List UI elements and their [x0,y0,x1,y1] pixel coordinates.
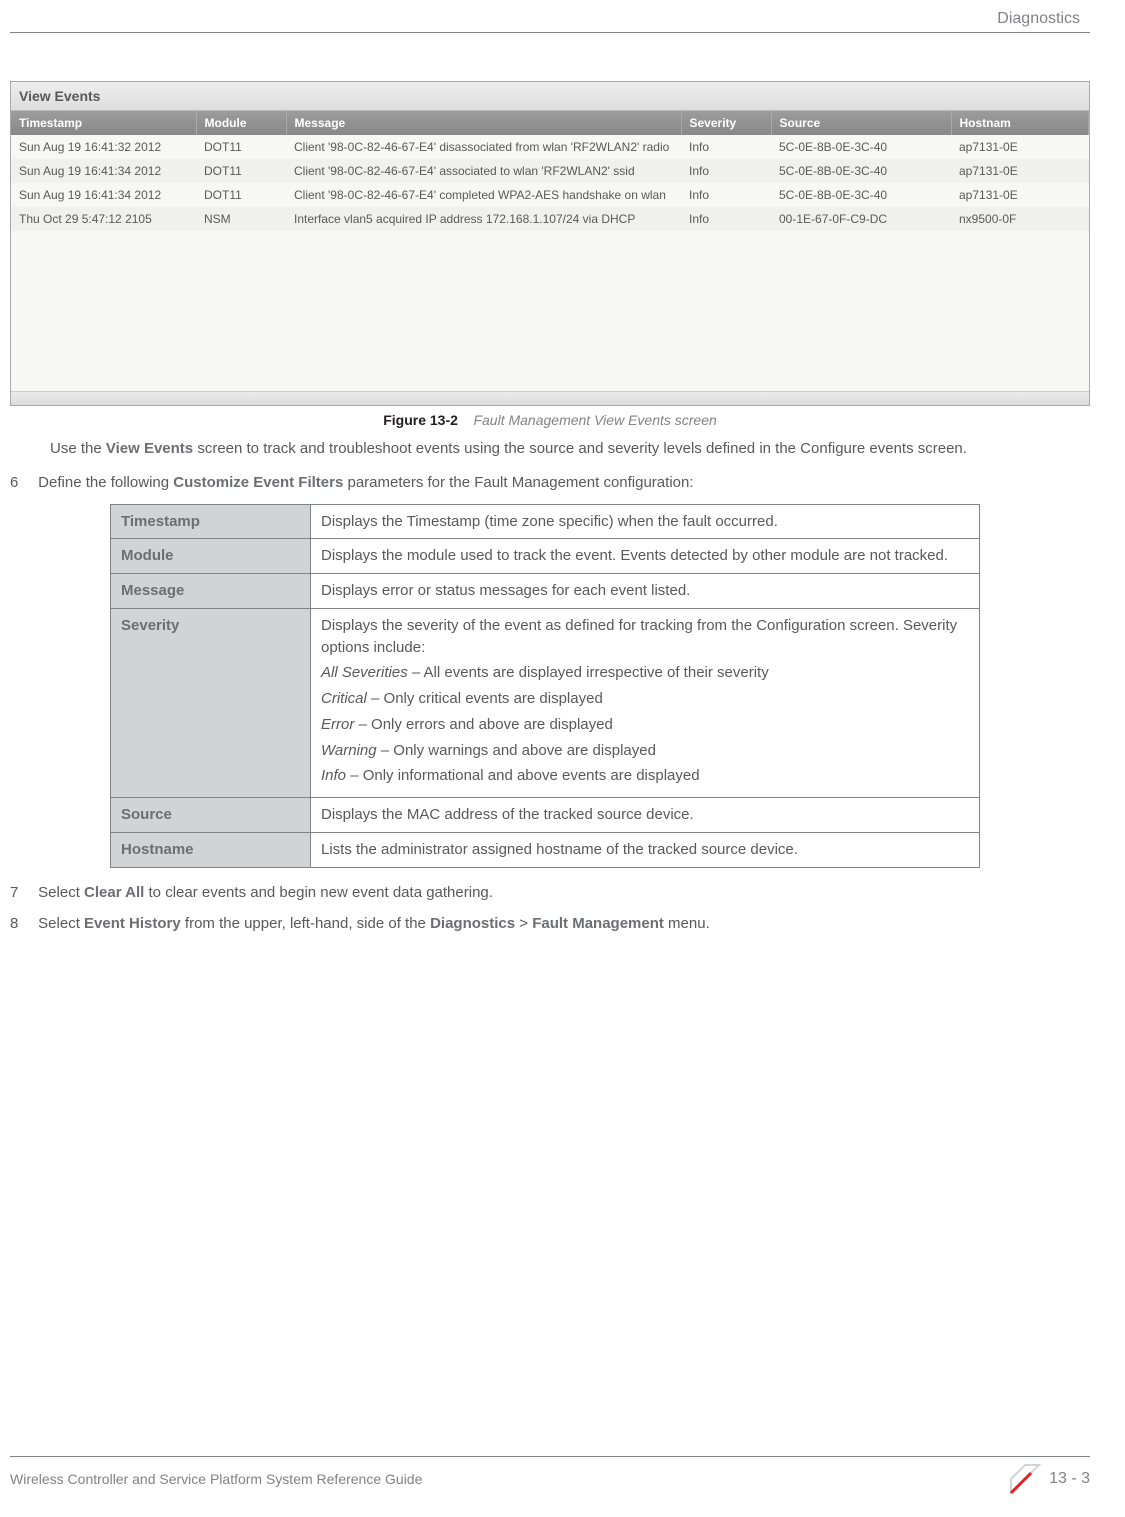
diagnostics-label: Diagnostics [430,915,515,932]
param-timestamp-desc: Displays the Timestamp (time zone specif… [311,504,980,539]
screenshot-window-title: View Events [11,82,1089,111]
table-row[interactable]: Sun Aug 19 16:41:32 2012 DOT11 Client '9… [11,135,1089,159]
param-timestamp-label: Timestamp [111,504,311,539]
events-table: Timestamp Module Message Severity Source… [11,111,1089,231]
event-history-label: Event History [84,915,181,932]
step-8: 8 Select Event History from the upper, l… [10,913,1090,935]
page-header-title: Diagnostics [10,10,1090,28]
param-message-label: Message [111,574,311,609]
header-separator [10,32,1090,33]
table-row[interactable]: Thu Oct 29 5:47:12 2105 NSM Interface vl… [11,207,1089,231]
table-row[interactable]: Sun Aug 19 16:41:34 2012 DOT11 Client '9… [11,159,1089,183]
col-message[interactable]: Message [286,111,681,135]
clear-all-label: Clear All [84,884,144,901]
col-hostname[interactable]: Hostnam [951,111,1089,135]
param-source-desc: Displays the MAC address of the tracked … [311,798,980,833]
view-events-label: View Events [106,440,193,457]
param-module-desc: Displays the module used to track the ev… [311,539,980,574]
screenshot-statusbar [11,391,1089,405]
figure-caption: Figure 13-2 Fault Management View Events… [10,412,1090,428]
figure-title: Fault Management View Events screen [473,412,716,428]
param-severity-label: Severity [111,608,311,797]
intro-paragraph: Use the View Events screen to track and … [50,438,1090,460]
param-module-label: Module [111,539,311,574]
screenshot-view-events: View Events Timestamp Module Message Sev… [10,81,1090,406]
page-footer: Wireless Controller and Service Platform… [10,1456,1090,1495]
figure-label: Figure 13-2 [383,412,458,428]
col-source[interactable]: Source [771,111,951,135]
param-hostname-desc: Lists the administrator assigned hostnam… [311,832,980,867]
footer-page-number: 13 - 3 [1009,1463,1090,1495]
step-7: 7 Select Clear All to clear events and b… [10,882,1090,904]
col-timestamp[interactable]: Timestamp [11,111,196,135]
fault-management-label: Fault Management [532,915,664,932]
param-source-label: Source [111,798,311,833]
col-severity[interactable]: Severity [681,111,771,135]
footer-guide-title: Wireless Controller and Service Platform… [10,1471,422,1487]
param-severity-desc: Displays the severity of the event as de… [311,608,980,797]
param-hostname-label: Hostname [111,832,311,867]
customize-event-filters-label: Customize Event Filters [173,474,343,491]
param-message-desc: Displays error or status messages for ea… [311,574,980,609]
table-row[interactable]: Sun Aug 19 16:41:34 2012 DOT11 Client '9… [11,183,1089,207]
step-6: 6 Define the following Customize Event F… [10,472,1090,494]
page-arrow-icon [1009,1463,1041,1495]
col-module[interactable]: Module [196,111,286,135]
parameter-table: Timestamp Displays the Timestamp (time z… [110,504,980,868]
table-header-row: Timestamp Module Message Severity Source… [11,111,1089,135]
